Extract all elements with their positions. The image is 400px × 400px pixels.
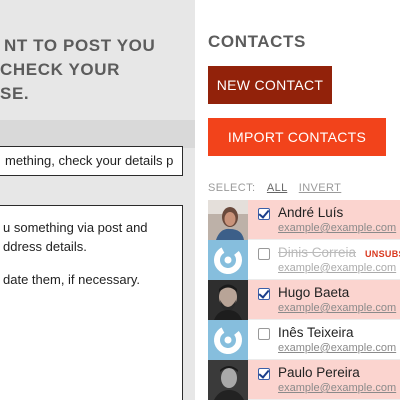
- select-invert-link[interactable]: INVERT: [299, 182, 342, 194]
- message-textarea[interactable]: u something via post and ddress details.…: [0, 205, 183, 400]
- generic-avatar: [208, 320, 248, 360]
- contact-name: Inês Teixeira: [278, 325, 354, 340]
- contact-checkbox[interactable]: [258, 248, 270, 260]
- contact-row[interactable]: André Luís example@example.com: [208, 200, 400, 240]
- contact-row[interactable]: Paulo Pereira example@example.com: [208, 360, 400, 400]
- heading-line: CHECK YOUR: [0, 60, 120, 79]
- contact-row[interactable]: Hugo Baeta example@example.com: [208, 280, 400, 320]
- contact-checkbox[interactable]: [258, 328, 270, 340]
- select-label: SELECT:: [208, 182, 256, 194]
- generic-avatar: [208, 240, 248, 280]
- contact-email[interactable]: example@example.com: [278, 342, 396, 354]
- photo-avatar: [208, 200, 248, 240]
- heading-line: NT TO POST YOU: [4, 36, 156, 55]
- subject-label-bar: [0, 120, 195, 148]
- photo-avatar: [208, 280, 248, 320]
- contact-checkbox[interactable]: [258, 368, 270, 380]
- select-controls: SELECT: ALL INVERT: [208, 182, 341, 194]
- unsubscribed-badge: UNSUBS: [365, 249, 400, 259]
- message-line: u something via post and: [3, 220, 148, 235]
- contact-name: Paulo Pereira: [278, 365, 360, 380]
- message-line: ddress details.: [3, 239, 87, 254]
- contact-email[interactable]: example@example.com: [278, 302, 396, 314]
- contact-name: Dinis Correia: [278, 245, 357, 260]
- import-contacts-button[interactable]: IMPORT CONTACTS: [208, 118, 386, 156]
- photo-avatar: [208, 360, 248, 400]
- contact-email[interactable]: example@example.com: [278, 222, 396, 234]
- contact-row[interactable]: Dinis Correia UNSUBS example@example.com: [208, 240, 400, 280]
- contact-email[interactable]: example@example.com: [278, 262, 396, 274]
- contact-checkbox[interactable]: [258, 208, 270, 220]
- contact-email[interactable]: example@example.com: [278, 382, 396, 394]
- contact-name: Hugo Baeta: [278, 285, 350, 300]
- contact-row[interactable]: Inês Teixeira example@example.com: [208, 320, 400, 360]
- contact-checkbox[interactable]: [258, 288, 270, 300]
- new-contact-button[interactable]: NEW CONTACT: [208, 66, 332, 104]
- contact-name: André Luís: [278, 205, 344, 220]
- page-heading: NT TO POST YOU CHECK YOUR SE.: [0, 34, 190, 106]
- contacts-title: CONTACTS: [208, 32, 306, 51]
- contact-list: André Luís example@example.com Dinis Cor…: [208, 200, 400, 400]
- message-line: date them, if necessary.: [3, 272, 141, 287]
- subject-input[interactable]: mething, check your details p: [0, 146, 183, 176]
- select-all-link[interactable]: ALL: [267, 182, 287, 194]
- heading-line: SE.: [0, 84, 30, 103]
